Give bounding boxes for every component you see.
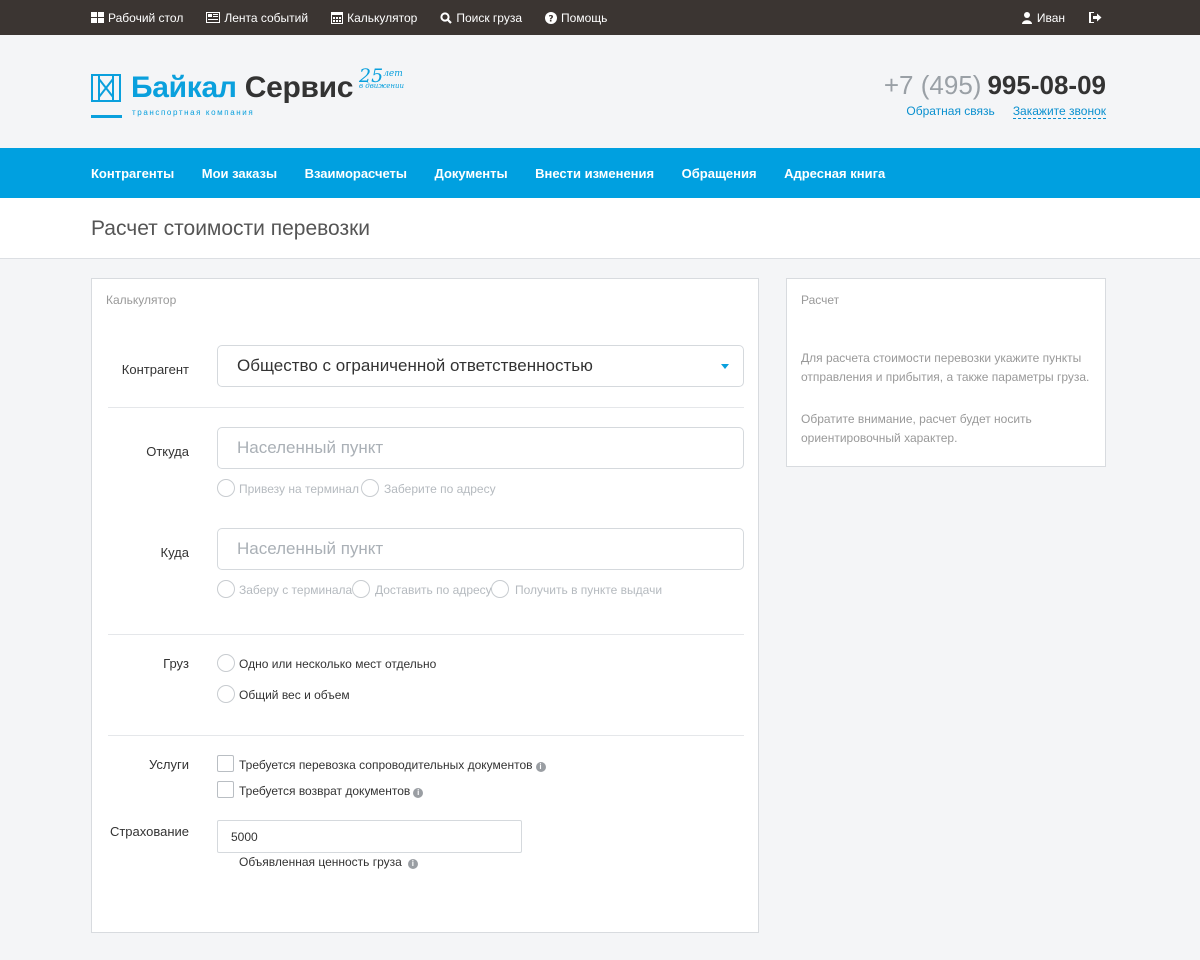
- top-item-label: Рабочий стол: [108, 10, 184, 25]
- radio-label: Общий вес и объем: [239, 688, 350, 702]
- calculator-icon: [331, 11, 344, 24]
- nav-item-address-book[interactable]: Адресная книга: [784, 166, 885, 181]
- logout-icon: [1089, 12, 1102, 23]
- from-placeholder: Населенный пункт: [237, 438, 384, 457]
- radio-label: Получить в пункте выдачи: [515, 583, 663, 597]
- chevron-down-icon: [721, 364, 729, 369]
- contractor-value: Общество с ограниченной ответственностью: [237, 356, 593, 375]
- result-panel-title: Расчет: [801, 293, 840, 307]
- header-links: Обратная связь Закажите звонок: [906, 104, 1106, 119]
- title-bar: Расчет стоимости перевозки: [0, 198, 1200, 259]
- checkbox-accompanying-docs[interactable]: [217, 755, 234, 772]
- top-item-label: Лента событий: [224, 10, 309, 25]
- top-bar: Рабочий стол Лента событий Калькулятор П…: [0, 0, 1200, 35]
- help-icon: ?: [545, 11, 558, 24]
- calculator-panel: Калькулятор Контрагент Общество с ограни…: [91, 278, 759, 933]
- info-icon[interactable]: i: [535, 762, 546, 772]
- contractor-label: Контрагент: [121, 362, 189, 377]
- radio-label: Заберу с терминала: [239, 583, 353, 597]
- top-menu: Рабочий стол Лента событий Калькулятор П…: [91, 0, 630, 35]
- user-name: Иван: [1036, 10, 1065, 25]
- radio-bring-to-terminal[interactable]: [217, 479, 235, 497]
- phone-number[interactable]: +7 (495) 995-08-09: [884, 70, 1106, 101]
- user-menu: Иван: [1021, 0, 1107, 35]
- from-input[interactable]: Населенный пункт: [217, 427, 744, 469]
- nav-item-documents[interactable]: Документы: [435, 166, 508, 181]
- insurance-hint: Объявленная ценность груза i: [239, 855, 418, 869]
- contractor-select[interactable]: Общество с ограниченной ответственностью: [217, 345, 744, 387]
- checkbox-label: Требуется перевозка сопроводительных док…: [239, 758, 546, 772]
- result-instructions: Для расчета стоимости перевозки укажите …: [801, 351, 1090, 384]
- anniversary-badge: 25лет в движении: [359, 65, 405, 90]
- insurance-value: 5000: [231, 829, 258, 844]
- result-panel: Расчет Для расчета стоимости перевозки у…: [786, 278, 1106, 467]
- feedback-link[interactable]: Обратная связь: [906, 104, 994, 118]
- to-input[interactable]: Населенный пункт: [217, 528, 744, 570]
- top-item-feed[interactable]: Лента событий: [206, 11, 308, 25]
- top-item-search[interactable]: Поиск груза: [440, 11, 522, 25]
- from-label: Откуда: [146, 444, 189, 459]
- search-icon: [440, 11, 453, 24]
- radio-label: Одно или несколько мест отдельно: [239, 657, 437, 671]
- top-item-label: Калькулятор: [347, 10, 418, 25]
- divider: [108, 634, 744, 635]
- brand-tagline: транспортная компания: [132, 108, 255, 117]
- feed-icon: [206, 12, 221, 23]
- main-nav: Контрагенты Мои заказы Взаиморасчеты Док…: [0, 148, 1200, 198]
- nav-item-settlements[interactable]: Взаиморасчеты: [305, 166, 407, 181]
- page-title: Расчет стоимости перевозки: [91, 217, 371, 240]
- radio-cargo-total[interactable]: [217, 685, 235, 703]
- nav-item-requests[interactable]: Обращения: [682, 166, 757, 181]
- top-item-calculator[interactable]: Калькулятор: [331, 11, 417, 25]
- radio-cargo-separate[interactable]: [217, 654, 235, 672]
- nav-item-contractors[interactable]: Контрагенты: [91, 166, 174, 181]
- insurance-input[interactable]: 5000: [217, 820, 522, 853]
- calculator-panel-title: Калькулятор: [106, 293, 177, 307]
- radio-pickup-point[interactable]: [491, 580, 509, 598]
- company-logo[interactable]: Байкал Сервис транспортная компания 25ле…: [91, 65, 421, 121]
- insurance-label: Страхование: [109, 824, 189, 839]
- logo-mark-icon: [91, 74, 121, 102]
- radio-pickup-address[interactable]: [361, 479, 379, 497]
- top-item-dashboard[interactable]: Рабочий стол: [91, 11, 183, 25]
- brand-name: Байкал Сервис: [131, 71, 354, 104]
- dashboard-icon: [91, 12, 104, 23]
- radio-deliver-address[interactable]: [352, 580, 370, 598]
- checkbox-return-docs[interactable]: [217, 781, 234, 798]
- callback-link[interactable]: Закажите звонок: [1012, 104, 1106, 119]
- radio-label: Доставить по адресу: [375, 583, 492, 597]
- radio-label: Привезу на терминал: [239, 482, 359, 496]
- top-item-label: Поиск груза: [456, 10, 523, 25]
- to-placeholder: Населенный пункт: [237, 539, 384, 558]
- divider: [108, 407, 744, 408]
- svg-text:?: ?: [548, 14, 553, 24]
- result-note: Обратите внимание, расчет будет носить о…: [801, 412, 1032, 445]
- to-label: Куда: [160, 545, 189, 560]
- site-header: Байкал Сервис транспортная компания 25ле…: [0, 35, 1200, 148]
- radio-pickup-terminal[interactable]: [217, 580, 235, 598]
- nav-item-changes[interactable]: Внести изменения: [535, 166, 654, 181]
- cargo-label: Груз: [163, 656, 189, 671]
- user-profile[interactable]: Иван: [1021, 10, 1065, 25]
- radio-label: Заберите по адресу: [384, 482, 496, 496]
- info-icon[interactable]: i: [407, 859, 418, 869]
- nav-item-my-orders[interactable]: Мои заказы: [202, 166, 277, 181]
- services-label: Услуги: [149, 757, 189, 772]
- logout-button[interactable]: [1089, 12, 1107, 23]
- user-icon: [1021, 11, 1032, 24]
- info-icon[interactable]: i: [413, 788, 424, 798]
- divider: [108, 735, 744, 736]
- logo-underline: [91, 115, 122, 118]
- top-item-help[interactable]: ? Помощь: [545, 11, 607, 25]
- checkbox-label: Требуется возврат документов i: [239, 784, 424, 798]
- top-item-label: Помощь: [561, 10, 608, 25]
